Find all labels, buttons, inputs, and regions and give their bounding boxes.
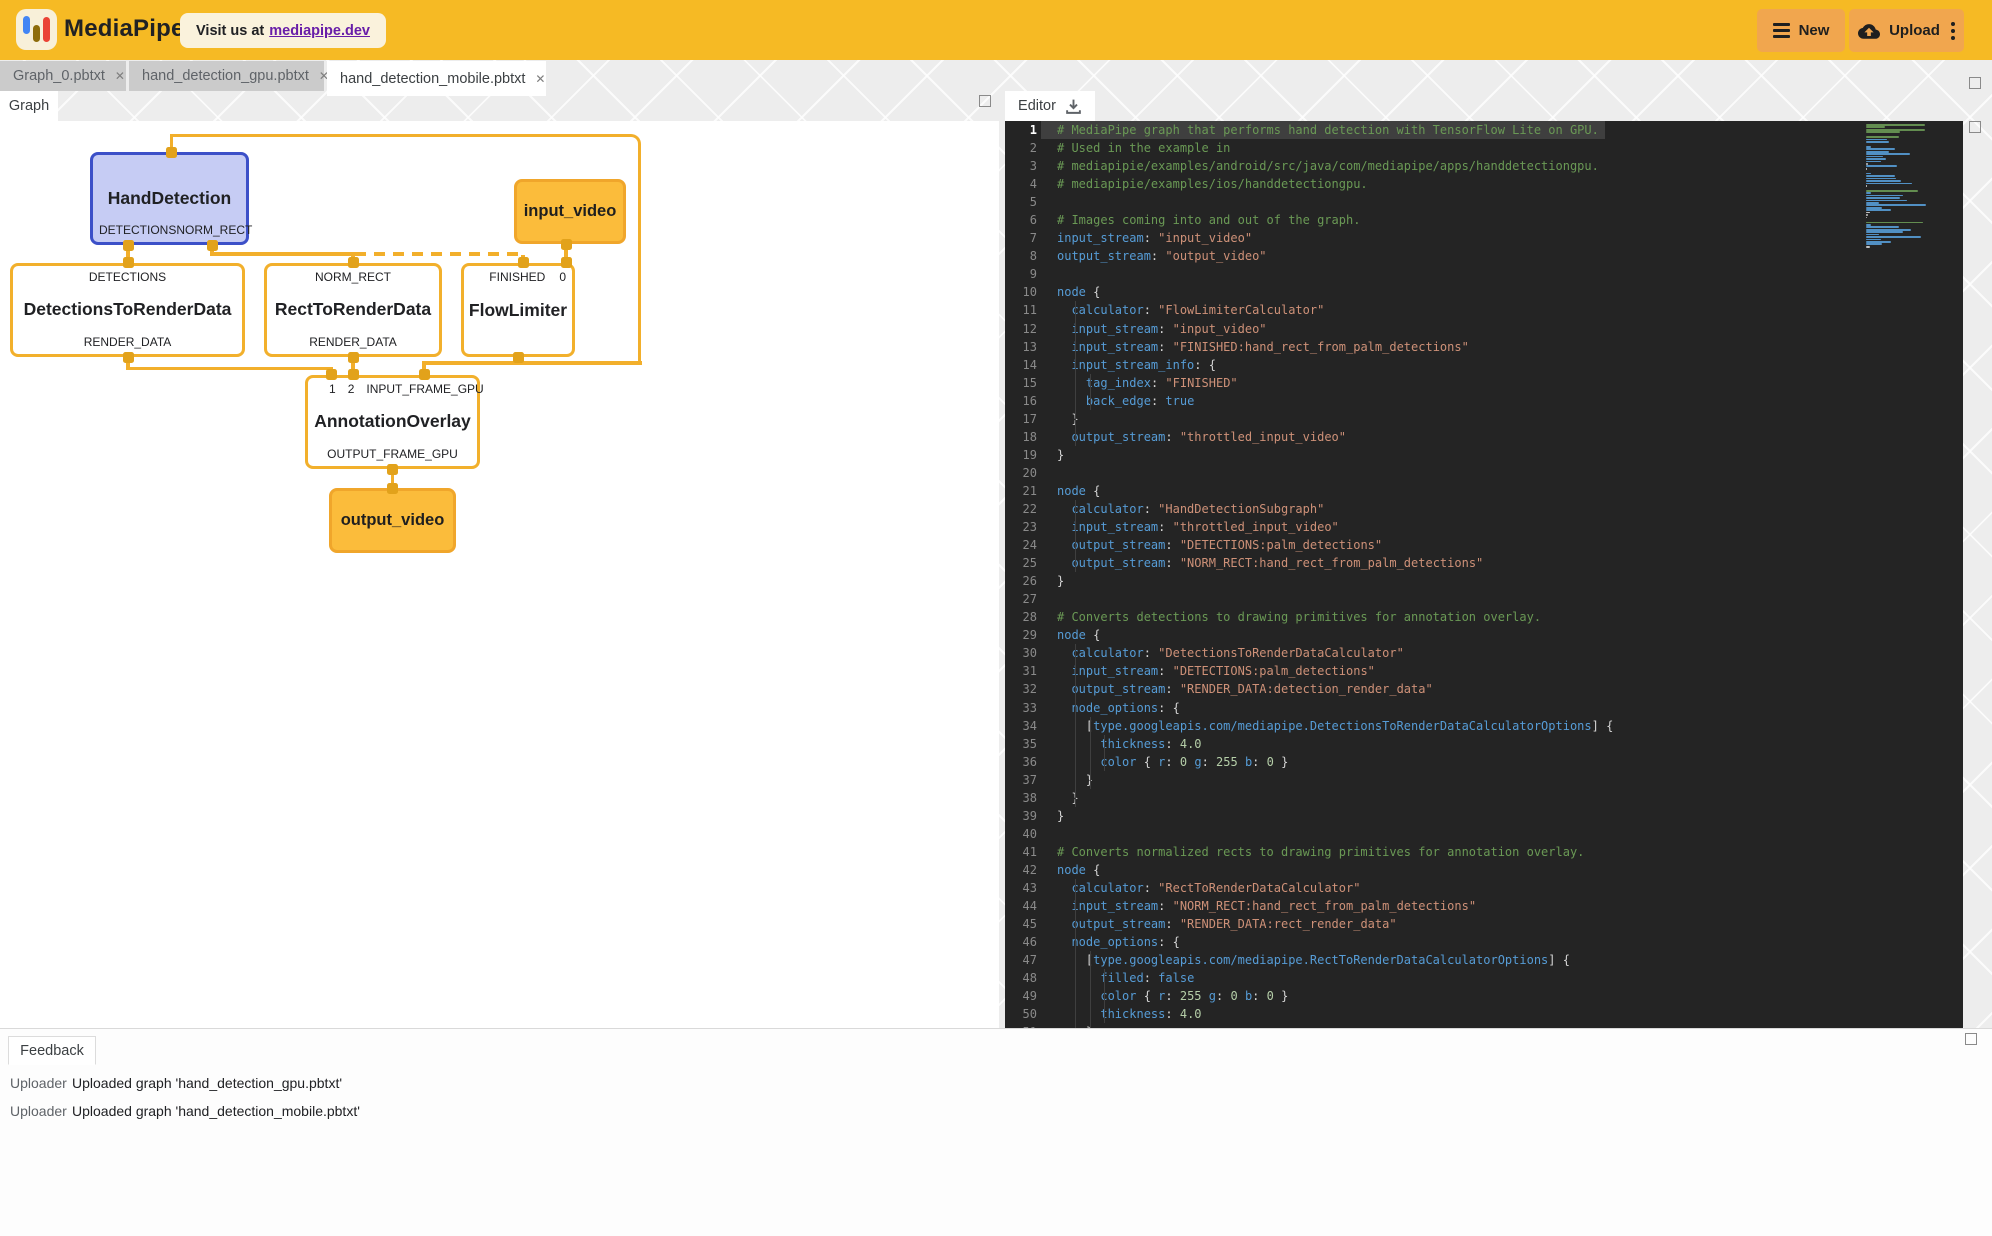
pin <box>326 369 337 380</box>
pin <box>561 239 572 250</box>
pin <box>166 147 177 158</box>
port-input-frame-gpu: INPUT_FRAME_GPU <box>366 382 483 396</box>
port-render-data: RENDER_DATA <box>84 335 172 349</box>
node-title: HandDetection <box>98 188 241 209</box>
tab-label: hand_detection_gpu.pbtxt <box>142 68 309 84</box>
tab-label: hand_detection_mobile.pbtxt <box>340 71 525 87</box>
pin <box>207 240 218 251</box>
pin <box>561 257 572 268</box>
close-icon[interactable]: ✕ <box>115 69 125 83</box>
port-detections: DETECTIONS <box>99 223 176 237</box>
popout-feedback-icon[interactable] <box>1965 1033 1977 1045</box>
editor-tab-label: Editor <box>1018 98 1056 114</box>
port-detections: DETECTIONS <box>89 270 166 284</box>
feedback-panel: Feedback Uploader Uploaded graph 'hand_d… <box>0 1028 1992 1236</box>
edge <box>126 367 333 371</box>
popout-editor-icon[interactable] <box>1969 121 1981 133</box>
kebab-menu-icon[interactable] <box>1951 22 1955 40</box>
node-detections-to-render-data[interactable]: DETECTIONS DetectionsToRenderData RENDER… <box>10 263 245 357</box>
close-icon[interactable]: ✕ <box>535 72 545 86</box>
feedback-row: Uploader Uploaded graph 'hand_detection_… <box>10 1075 342 1095</box>
graph-canvas[interactable]: HandDetection DETECTIONS NORM_RECT input… <box>0 121 999 1028</box>
mediapipe-dev-link[interactable]: mediapipe.dev <box>269 23 370 39</box>
node-title: input_video <box>524 202 617 221</box>
port-norm-rect: NORM_RECT <box>315 270 391 284</box>
cloud-upload-icon <box>1858 23 1880 39</box>
node-title: AnnotationOverlay <box>308 411 477 432</box>
feedback-message: Uploaded graph 'hand_detection_gpu.pbtxt… <box>72 1075 342 1095</box>
pin <box>513 352 524 363</box>
node-output-video[interactable]: output_video <box>329 488 456 553</box>
pin <box>387 464 398 475</box>
port-2: 2 <box>348 382 355 396</box>
graph-tab-label: Graph <box>9 98 49 114</box>
pin <box>518 257 529 268</box>
feedback-source: Uploader <box>10 1075 72 1095</box>
visit-label: Visit us at <box>196 23 264 39</box>
new-button-label: New <box>1799 22 1830 39</box>
tab-feedback-panel[interactable]: Feedback <box>8 1036 96 1065</box>
tab-hand-detection-mobile-pbtxt[interactable]: hand_detection_mobile.pbtxt ✕ <box>327 61 546 96</box>
code-editor[interactable]: 1# MediaPipe graph that performs hand de… <box>1005 121 1963 1028</box>
pin <box>123 352 134 363</box>
download-icon[interactable] <box>1065 98 1082 115</box>
upload-button-label: Upload <box>1889 22 1940 39</box>
node-rect-to-render-data[interactable]: NORM_RECT RectToRenderData RENDER_DATA <box>264 263 442 357</box>
port-1: 1 <box>329 382 336 396</box>
app-root: MediaPipe Visit us at mediapipe.dev New … <box>0 0 1992 1236</box>
pin <box>123 240 134 251</box>
popout-tabs-icon[interactable] <box>1969 77 1981 89</box>
popout-graph-icon[interactable] <box>979 95 991 107</box>
tab-graph-panel[interactable]: Graph <box>0 91 58 121</box>
new-button[interactable]: New <box>1757 9 1845 52</box>
node-title: RectToRenderData <box>267 299 439 320</box>
port-finished: FINISHED <box>489 270 545 284</box>
node-annotation-overlay[interactable]: 1 2 INPUT_FRAME_GPU AnnotationOverlay OU… <box>305 375 480 469</box>
edge <box>424 361 642 365</box>
tab-graph-0-pbtxt[interactable]: Graph_0.pbtxt ✕ <box>0 61 126 91</box>
pin <box>348 257 359 268</box>
node-title: DetectionsToRenderData <box>13 299 242 320</box>
upload-button[interactable]: Upload <box>1849 9 1964 52</box>
pin <box>419 369 430 380</box>
node-flow-limiter[interactable]: FINISHED 0 FlowLimiter <box>461 263 575 357</box>
node-input-video[interactable]: input_video <box>514 179 626 244</box>
minimap[interactable] <box>1866 124 1930 248</box>
mediapipe-logo-icon <box>16 9 57 50</box>
feedback-message: Uploaded graph 'hand_detection_mobile.pb… <box>72 1103 360 1123</box>
tab-editor-panel[interactable]: Editor <box>1005 91 1095 121</box>
visit-badge: Visit us at mediapipe.dev <box>180 13 386 48</box>
pin <box>387 483 398 494</box>
tab-hand-detection-gpu-pbtxt[interactable]: hand_detection_gpu.pbtxt ✕ <box>129 61 324 91</box>
node-title: output_video <box>341 511 445 530</box>
feedback-source: Uploader <box>10 1103 72 1123</box>
pin <box>348 369 359 380</box>
header-bar: MediaPipe Visit us at mediapipe.dev New … <box>0 0 1992 60</box>
pin <box>123 257 134 268</box>
code-lines: 1# MediaPipe graph that performs hand de… <box>1005 121 1963 1028</box>
port-0: 0 <box>559 270 566 284</box>
pin <box>348 352 359 363</box>
edge-back-edge-dashed <box>222 252 524 256</box>
node-hand-detection[interactable]: HandDetection DETECTIONS NORM_RECT <box>90 152 249 245</box>
node-title: FlowLimiter <box>464 300 572 321</box>
port-norm-rect: NORM_RECT <box>176 223 252 237</box>
port-render-data: RENDER_DATA <box>309 335 397 349</box>
app-title: MediaPipe <box>64 15 185 43</box>
feedback-tab-label: Feedback <box>20 1043 84 1059</box>
port-output-frame-gpu: OUTPUT_FRAME_GPU <box>327 447 458 461</box>
tab-label: Graph_0.pbtxt <box>13 68 105 84</box>
feedback-row: Uploader Uploaded graph 'hand_detection_… <box>10 1103 360 1123</box>
menu-icon <box>1773 23 1790 38</box>
